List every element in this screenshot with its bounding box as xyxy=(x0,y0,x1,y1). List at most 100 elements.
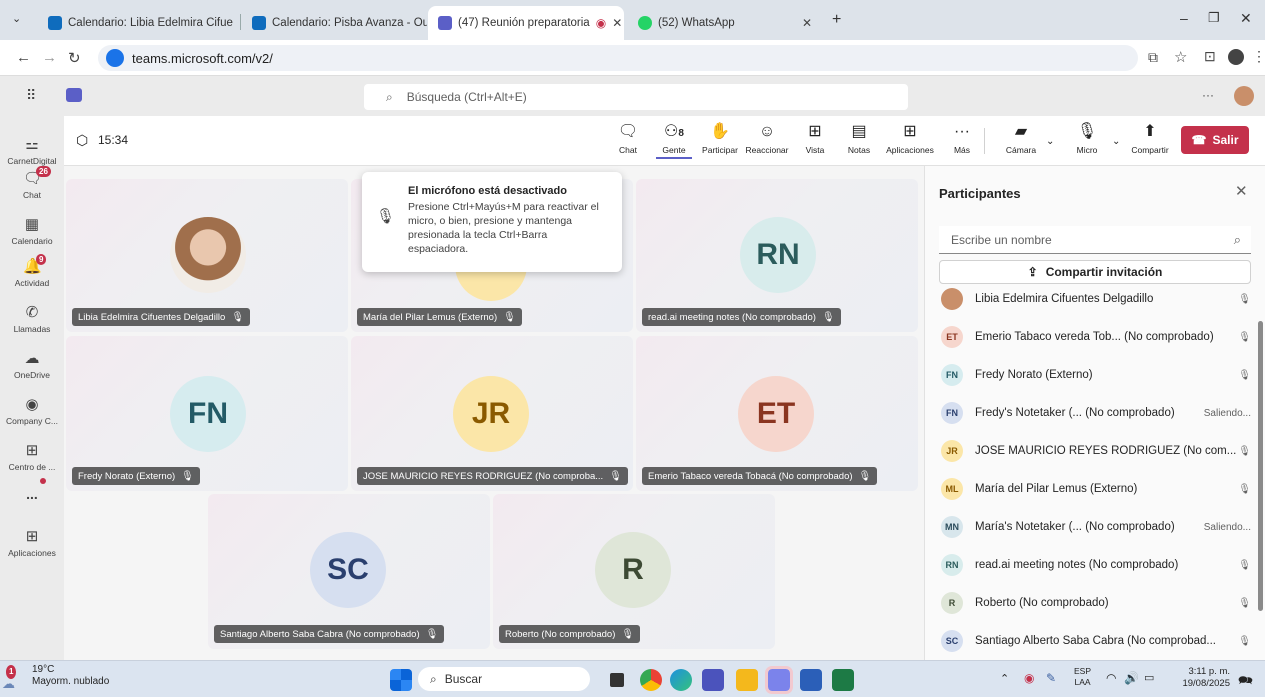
weather-widget[interactable]: 1 ☁ 19°C Mayorm. nublado xyxy=(2,664,109,690)
close-window-icon[interactable]: ✕ xyxy=(1240,10,1252,27)
tab-title: (47) Reunión preparatoria xyxy=(458,17,590,29)
battery-icon[interactable]: ▭ xyxy=(1144,671,1154,684)
more-options-icon[interactable]: ··· xyxy=(1202,88,1214,102)
participant-row[interactable]: RN read.ai meeting notes (No comprobado)… xyxy=(941,550,1251,580)
volume-icon[interactable]: 🔊 xyxy=(1124,671,1139,685)
participant-tile[interactable]: Libia Edelmira Cifuentes Delgadillo 🎙 xyxy=(66,179,348,332)
rail-item-centro[interactable]: ⊞ Centro de ... xyxy=(0,442,64,472)
participant-row[interactable]: MN María's Notetaker (... (No comprobado… xyxy=(941,512,1251,542)
wifi-icon[interactable]: ◠ xyxy=(1106,671,1116,685)
forward-icon[interactable]: → xyxy=(42,49,57,66)
browser-tab-1[interactable]: Calendario: Libia Edelmira Cifue ✕ xyxy=(38,6,238,40)
bookmark-star-icon[interactable]: ☆ xyxy=(1174,48,1187,66)
participant-row[interactable]: Libia Edelmira Cifuentes Delgadillo 🎙 xyxy=(941,284,1251,314)
tray-chevron-icon[interactable]: ⌃ xyxy=(1000,672,1009,685)
notes-button[interactable]: ▤ Notas xyxy=(844,122,874,155)
close-tab-icon[interactable]: ✕ xyxy=(606,16,622,30)
close-tab-icon[interactable]: ✕ xyxy=(233,16,238,30)
user-avatar[interactable] xyxy=(1234,86,1254,106)
view-button[interactable]: ⊞ Vista xyxy=(800,122,830,155)
teams-search-bar[interactable]: ⌕ Búsqueda (Ctrl+Alt+E) xyxy=(364,84,908,110)
install-app-icon[interactable]: ⧉ xyxy=(1148,49,1158,66)
rail-item-actividad[interactable]: 🔔 Actividad 9 xyxy=(0,254,64,288)
rail-item-calendario[interactable]: ▦ Calendario xyxy=(0,216,64,246)
participant-row[interactable]: SC Santiago Alberto Saba Cabra (No compr… xyxy=(941,626,1251,656)
participant-tile[interactable]: JR JOSE MAURICIO REYES RODRIGUEZ (No com… xyxy=(351,336,633,491)
teams-logo-icon xyxy=(66,88,82,102)
back-icon[interactable]: ← xyxy=(16,49,31,66)
share-invite-button[interactable]: ⇪ Compartir invitación xyxy=(939,260,1251,284)
taskbar-search-box[interactable]: ⌕ Buscar xyxy=(418,667,590,691)
rail-item-more[interactable]: ... xyxy=(0,478,64,502)
windows-taskbar: 1 ☁ 19°C Mayorm. nublado ⌕ Buscar ⌃ ◉ ✎ … xyxy=(0,660,1265,697)
raise-hand-icon: ✋ xyxy=(710,123,730,140)
file-explorer-icon[interactable] xyxy=(736,669,758,691)
input-language[interactable]: ESP LAA xyxy=(1074,666,1091,688)
raise-hand-button[interactable]: ✋ Participar xyxy=(698,122,742,155)
restore-icon[interactable]: ❐ xyxy=(1208,10,1220,26)
browser-tab-2[interactable]: Calendario: Pisba Avanza - Out ✕ xyxy=(242,6,427,40)
teams-taskbar-icon[interactable] xyxy=(702,669,724,691)
mic-button[interactable]: 🎙 Micro xyxy=(1072,122,1102,155)
participant-search-input[interactable]: Escribe un nombre ⌕ xyxy=(939,226,1251,254)
edge-icon[interactable] xyxy=(670,669,692,691)
participant-tile[interactable]: R Roberto (No comprobado) 🎙 xyxy=(493,494,775,649)
notifications-icon[interactable]: 🗪 xyxy=(1238,671,1253,692)
participant-row[interactable]: ET Emerio Tabaco vereda Tob... (No compr… xyxy=(941,322,1251,352)
profile-avatar[interactable] xyxy=(1228,49,1244,65)
clock[interactable]: 3:11 p. m. 19/08/2025 xyxy=(1170,666,1230,690)
extensions-icon[interactable]: ⊡ xyxy=(1204,48,1216,65)
app-launcher-icon[interactable]: ⠿ xyxy=(26,87,36,104)
word-icon[interactable] xyxy=(800,669,822,691)
participant-tile[interactable]: SC Santiago Alberto Saba Cabra (No compr… xyxy=(208,494,490,649)
rail-item-aplicaciones[interactable]: ⊞ Aplicaciones xyxy=(0,528,64,558)
leave-button[interactable]: ☎ Salir xyxy=(1181,126,1249,154)
mic-off-icon: 🎙 xyxy=(181,470,194,482)
rail-item-onedrive[interactable]: ☁ OneDrive xyxy=(0,350,64,380)
chat-button[interactable]: 🗨 Chat xyxy=(614,122,642,155)
participant-tile[interactable]: ET Emerio Tabaco vereda Tobacá (No compr… xyxy=(636,336,918,491)
reload-icon[interactable]: ↻ xyxy=(68,49,81,67)
rail-item-company[interactable]: ◉ Company C... xyxy=(0,396,64,426)
chevron-down-icon[interactable]: ⌄ xyxy=(1112,136,1120,147)
panel-scrollbar[interactable] xyxy=(1258,321,1263,611)
excel-icon[interactable] xyxy=(832,669,854,691)
windows-start-icon[interactable] xyxy=(390,669,412,691)
camera-button[interactable]: ▰ Cámara xyxy=(1004,122,1038,155)
rail-item-carnetdigital[interactable]: ⚍ CarnetDigital xyxy=(0,136,64,166)
rail-item-chat[interactable]: 🗨 Chat 26 xyxy=(0,166,64,200)
new-tab-icon[interactable]: + xyxy=(832,11,841,29)
close-icon[interactable]: ✕ xyxy=(1235,182,1248,200)
task-view-icon[interactable] xyxy=(610,673,624,687)
site-info-icon[interactable] xyxy=(106,49,124,67)
tray-pen-icon[interactable]: ✎ xyxy=(1046,671,1056,685)
panel-title: Participantes xyxy=(939,186,1021,201)
browser-tab-4[interactable]: (52) WhatsApp ✕ xyxy=(628,6,822,40)
close-tab-icon[interactable]: ✕ xyxy=(796,16,812,30)
tab-list-chevron-icon[interactable]: ⌄ xyxy=(12,12,21,25)
browser-menu-icon[interactable]: ⋮ xyxy=(1252,48,1265,65)
minimize-icon[interactable]: – xyxy=(1180,10,1188,26)
participant-row[interactable]: FN Fredy Norato (Externo) 🎙 xyxy=(941,360,1251,390)
chevron-down-icon[interactable]: ⌄ xyxy=(1046,136,1054,147)
url-bar[interactable]: teams.microsoft.com/v2/ xyxy=(98,45,1138,71)
participant-row[interactable]: FN Fredy's Notetaker (... (No comprobado… xyxy=(941,398,1251,428)
share-button[interactable]: ⬆ Compartir xyxy=(1128,122,1172,155)
participant-avatar: MN xyxy=(941,516,963,538)
more-button[interactable]: ··· Más xyxy=(950,122,974,155)
participant-tile[interactable]: FN Fredy Norato (Externo) 🎙 xyxy=(66,336,348,491)
react-button[interactable]: ☺ Reaccionar xyxy=(742,122,792,155)
participant-row[interactable]: JR JOSE MAURICIO REYES RODRIGUEZ (No com… xyxy=(941,436,1251,466)
participant-row[interactable]: R Roberto (No comprobado) 🎙 xyxy=(941,588,1251,618)
participant-nametag: Fredy Norato (Externo) 🎙 xyxy=(72,467,200,485)
participant-row[interactable]: ML María del Pilar Lemus (Externo) 🎙 xyxy=(941,474,1251,504)
tray-app-icon[interactable]: ◉ xyxy=(1024,671,1034,685)
rail-item-llamadas[interactable]: ✆ Llamadas xyxy=(0,304,64,334)
teams-active-taskbar-icon[interactable] xyxy=(765,666,793,694)
participant-tile[interactable]: RN read.ai meeting notes (No comprobado)… xyxy=(636,179,918,332)
people-button[interactable]: ⚇8 Gente xyxy=(656,122,692,159)
browser-tab-3-active[interactable]: (47) Reunión preparatoria ◉ ✕ xyxy=(428,6,624,40)
chrome-icon[interactable] xyxy=(640,669,662,691)
leave-label: Salir xyxy=(1212,133,1239,147)
apps-button[interactable]: ⊞ Aplicaciones xyxy=(882,122,938,155)
